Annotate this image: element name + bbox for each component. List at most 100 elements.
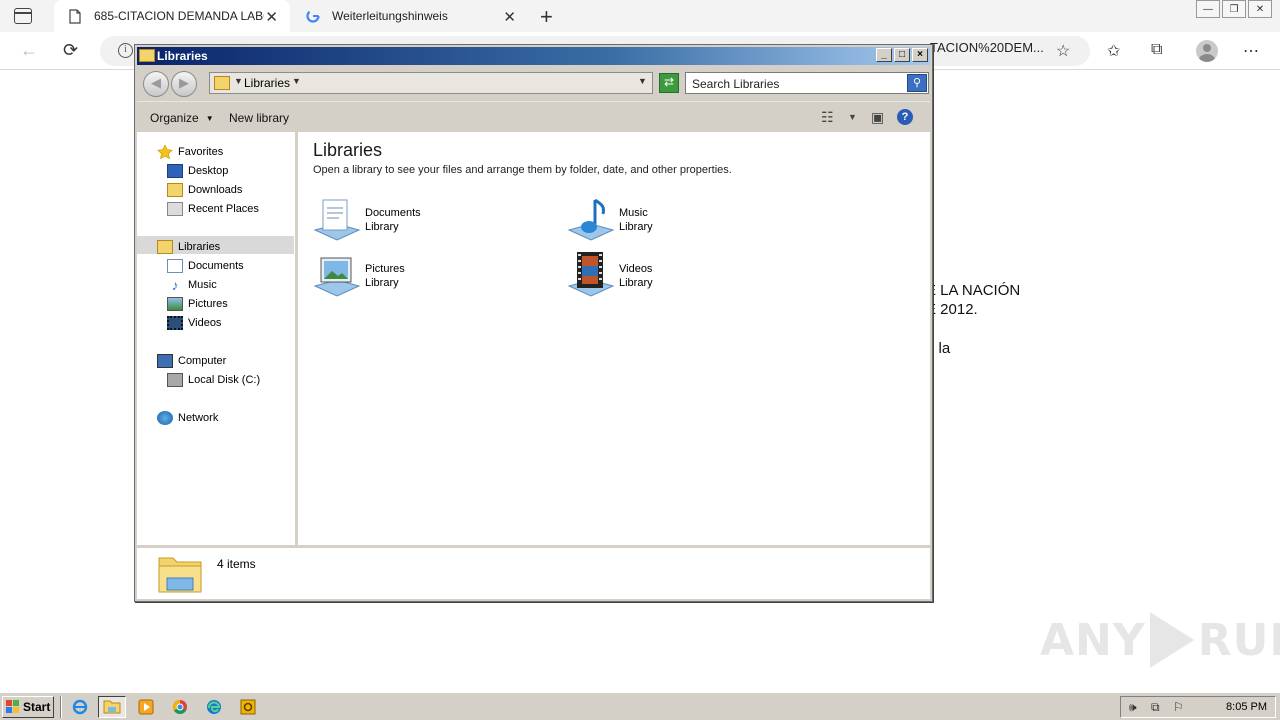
outlook-icon[interactable] (234, 696, 262, 718)
close-icon[interactable]: × (912, 48, 928, 62)
explorer-title-bar[interactable]: Libraries _ □ × (137, 47, 930, 65)
address-dropdown-icon[interactable]: ▼ (638, 76, 647, 86)
nav-documents[interactable]: Documents (167, 259, 244, 273)
nav-label: Pictures (188, 298, 228, 310)
volume-icon[interactable]: 🕪 (1129, 700, 1137, 715)
nav-desktop[interactable]: Desktop (167, 164, 228, 178)
minimize-icon[interactable]: _ (876, 48, 892, 62)
window-title: Libraries (157, 49, 208, 63)
nav-videos[interactable]: Videos (167, 316, 221, 330)
windows-logo-icon (6, 700, 20, 714)
back-icon[interactable]: ← (20, 40, 38, 61)
clock[interactable]: 8:05 PM (1226, 701, 1267, 713)
minimize-icon[interactable]: — (1196, 0, 1220, 18)
collections-icon[interactable]: ⧉ (1151, 41, 1162, 59)
document-icon (68, 8, 82, 24)
window-menu-icon[interactable] (14, 8, 32, 24)
nav-label: Desktop (188, 165, 229, 177)
chevron-down-icon[interactable]: ▼ (234, 76, 243, 86)
library-pictures[interactable]: Pictures Library (313, 252, 405, 300)
search-box[interactable]: Search Libraries ⚲ (685, 72, 929, 94)
library-music[interactable]: Music Library (567, 196, 653, 244)
nav-label: Documents (188, 260, 244, 272)
nav-music[interactable]: ♪ Music (167, 278, 217, 292)
restore-icon[interactable]: ❐ (1222, 0, 1246, 18)
add-favorite-icon[interactable]: ☆ (1056, 41, 1070, 61)
back-button[interactable]: ◀ (143, 71, 169, 97)
maximize-icon[interactable]: □ (894, 48, 910, 62)
chrome-icon[interactable] (166, 696, 194, 718)
edge-icon[interactable] (200, 696, 228, 718)
explorer-taskbar-icon[interactable] (98, 696, 126, 718)
nav-network[interactable]: Network (157, 411, 218, 425)
new-tab-button[interactable]: + (540, 4, 553, 30)
network-tray-icon[interactable]: ⧉ (1151, 700, 1160, 715)
library-type: Library (619, 221, 653, 233)
media-player-icon[interactable] (132, 696, 160, 718)
taskbar: Start 🕪 ⧉ ⚐ 8:05 PM (0, 692, 1280, 720)
anyrun-watermark: ANY RUN (1040, 612, 1280, 668)
internet-explorer-icon[interactable] (66, 696, 94, 718)
chevron-down-icon[interactable]: ▼ (292, 76, 301, 86)
nav-pictures[interactable]: Pictures (167, 297, 228, 311)
forward-button[interactable]: ▶ (171, 71, 197, 97)
profile-avatar[interactable] (1196, 40, 1218, 62)
taskbar-separator (60, 696, 62, 718)
chevron-down-icon: ▼ (205, 114, 214, 123)
navigation-pane: Favorites Desktop Downloads Recent Place… (137, 132, 295, 545)
watermark-text: RUN (1197, 614, 1280, 666)
more-menu-icon[interactable]: ⋯ (1243, 41, 1259, 61)
nav-libraries[interactable]: Libraries (157, 240, 220, 254)
library-name: Music (619, 207, 648, 219)
search-icon[interactable]: ⚲ (907, 74, 927, 92)
item-count: 4 items (217, 557, 256, 571)
explorer-window: Libraries _ □ × ◀ ▶ ▼ Libraries ▼ ▼ ⇄ Se… (134, 44, 933, 602)
close-tab-icon[interactable]: ✕ (265, 8, 278, 26)
nav-downloads[interactable]: Downloads (167, 183, 242, 197)
close-icon[interactable]: ✕ (1248, 0, 1272, 18)
libraries-folder-icon (157, 552, 203, 594)
url-text: TACION%20DEM... (930, 40, 1044, 55)
start-button[interactable]: Start (2, 696, 54, 718)
chevron-down-icon[interactable]: ▼ (848, 112, 857, 122)
info-icon[interactable]: i (118, 43, 133, 58)
watermark-text: ANY (1040, 614, 1146, 666)
library-documents[interactable]: Documents Library (313, 196, 421, 244)
documents-library-icon (313, 196, 361, 244)
nav-local-disk[interactable]: Local Disk (C:) (167, 373, 260, 387)
tab-citacion[interactable]: 685-CITACION DEMANDA LABO ✕ (54, 0, 290, 32)
pictures-icon (167, 297, 183, 311)
address-box[interactable]: ▼ Libraries ▼ ▼ (209, 72, 653, 94)
browser-tab-bar: 685-CITACION DEMANDA LABO ✕ Weiterleitun… (0, 0, 1280, 32)
network-icon (157, 411, 173, 425)
nav-label: Network (178, 412, 219, 424)
view-options-icon[interactable]: ☷ (821, 109, 834, 126)
nav-label: Favorites (178, 146, 224, 158)
star-icon (157, 144, 173, 160)
close-tab-icon[interactable]: ✕ (503, 8, 516, 26)
start-label: Start (23, 700, 51, 714)
content-pane: Libraries Open a library to see your fil… (298, 132, 930, 545)
tab-weiterleitung[interactable]: Weiterleitungshinweis ✕ (292, 0, 528, 32)
help-icon[interactable]: ? (897, 109, 913, 125)
nav-favorites[interactable]: Favorites (157, 144, 224, 160)
refresh-button[interactable]: ⇄ (659, 73, 679, 93)
downloads-icon (167, 183, 183, 197)
nav-recent-places[interactable]: Recent Places (167, 202, 259, 216)
search-input[interactable]: Search Libraries (692, 77, 779, 91)
browser-window-controls: — ❐ ✕ (1194, 0, 1272, 18)
library-videos[interactable]: Videos Library (567, 252, 653, 300)
document-text-line: E 2012. (926, 301, 978, 318)
action-center-flag-icon[interactable]: ⚐ (1173, 700, 1184, 714)
organize-button[interactable]: Organize ▼ (150, 111, 214, 125)
tab-title: Weiterleitungshinweis (332, 9, 448, 23)
refresh-icon[interactable]: ⟳ (63, 40, 78, 61)
google-icon (306, 8, 320, 24)
favorites-icon[interactable]: ✩ (1107, 41, 1120, 61)
library-name: Pictures (365, 263, 405, 275)
local-disk-icon (167, 373, 183, 387)
nav-computer[interactable]: Computer (157, 354, 226, 368)
preview-pane-icon[interactable]: ▣ (871, 109, 884, 126)
new-library-button[interactable]: New library (229, 111, 289, 125)
videos-library-icon (567, 252, 615, 300)
